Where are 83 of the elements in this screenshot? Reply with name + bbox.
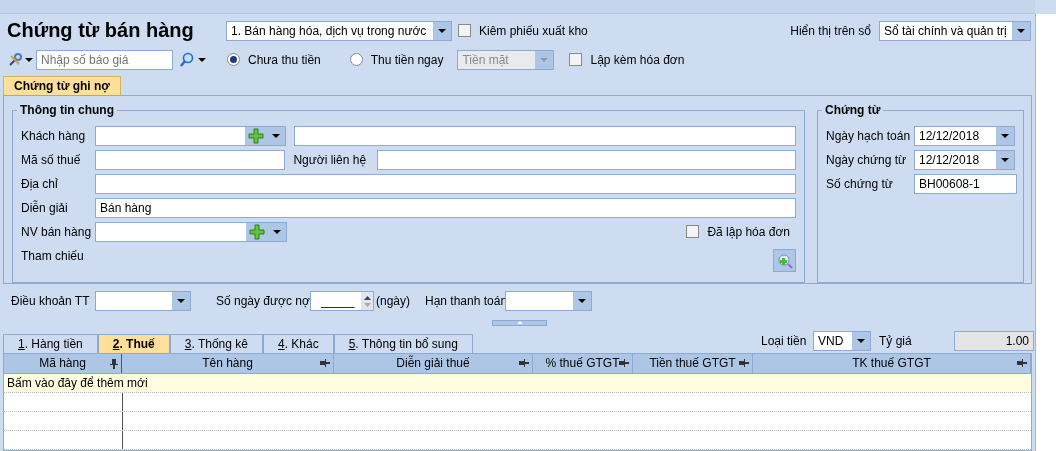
credit-days-spinner[interactable]: _____ <box>310 291 374 312</box>
column-header[interactable]: TK thuế GTGT <box>753 354 1031 373</box>
date-picker[interactable]: 12/12/2018 <box>914 125 1015 146</box>
currency-dropdown[interactable]: VND <box>813 331 871 351</box>
form-title: Chứng từ bán hàng <box>7 19 195 43</box>
payment-terms-dropdown[interactable] <box>95 291 191 312</box>
collapse-icon <box>516 321 523 325</box>
checkbox-label: Kiêm phiếu xuất kho <box>479 23 588 38</box>
tax-code-field[interactable] <box>95 149 286 170</box>
customer-combo[interactable] <box>95 125 286 146</box>
field-label: Diễn giải <box>21 200 69 215</box>
book-dropdown[interactable]: Sổ tài chính và quản trị <box>879 20 1031 41</box>
search-icon <box>178 51 195 68</box>
caret-icon <box>197 57 206 62</box>
caret-icon <box>271 133 280 138</box>
field-label: Điều khoản TT <box>11 294 91 309</box>
field-label: Tham chiếu <box>21 248 85 263</box>
field-label: Tỷ giá <box>879 334 913 348</box>
magnifier-plus-icon <box>776 252 793 269</box>
pin-icon[interactable] <box>739 359 749 367</box>
unit-label: (ngày) <box>376 294 410 309</box>
field-label: Loại tiền <box>761 334 808 348</box>
field-label: Người liên hệ <box>293 152 368 167</box>
plus-icon[interactable] <box>249 223 265 240</box>
caret-icon <box>1001 133 1009 138</box>
pin-icon[interactable] <box>619 359 629 367</box>
add-reference-button[interactable] <box>773 249 796 273</box>
exchange-rate-field: 1.00 <box>954 331 1034 351</box>
field-label: Khách hàng <box>21 128 87 143</box>
salesperson-combo[interactable] <box>95 221 287 242</box>
collapse-button[interactable] <box>492 320 547 327</box>
tab[interactable]: 3. Thống kê <box>169 334 263 353</box>
column-header[interactable]: Diễn giải thuế <box>334 354 533 373</box>
due-date-dropdown[interactable] <box>505 291 592 312</box>
caret-icon <box>273 229 281 234</box>
checkbox[interactable] <box>686 225 700 239</box>
spin-up-icon[interactable] <box>363 295 371 300</box>
column-header[interactable]: Mã hàng <box>4 354 122 373</box>
column-header[interactable]: Tiền thuế GTGT <box>633 354 753 373</box>
group-title: Chứng từ <box>822 102 884 117</box>
radio-button[interactable] <box>227 53 240 67</box>
tab[interactable]: 4. Khác <box>262 334 334 353</box>
customer-name-field[interactable] <box>293 125 796 146</box>
plus-icon[interactable] <box>247 127 264 144</box>
caret-icon <box>177 299 185 304</box>
pin-icon[interactable] <box>1017 359 1027 367</box>
radio-label: Chưa thu tiền <box>248 52 321 67</box>
caret-icon <box>1017 28 1025 33</box>
description-field[interactable]: Bán hàng <box>95 197 796 218</box>
pin-icon[interactable] <box>519 359 529 367</box>
field-label: Mã số thuế <box>21 152 82 167</box>
voucher-type-dropdown[interactable]: 1. Bán hàng hóa, dịch vụ trong nước <box>226 20 452 41</box>
caret-icon <box>578 299 586 304</box>
field-label: Ngày chứng từ <box>826 152 906 167</box>
caret-icon <box>438 28 446 33</box>
caret-icon <box>857 339 865 343</box>
checkbox-label: Đã lập hóa đơn <box>707 224 790 239</box>
caret-icon <box>1001 157 1009 162</box>
checkbox[interactable] <box>569 53 583 67</box>
pin-icon[interactable] <box>320 359 330 367</box>
column-header[interactable]: Tên hàng <box>122 354 334 373</box>
column-header[interactable]: % thuế GTGT <box>533 354 633 373</box>
tab[interactable]: 1. Hàng tiền <box>3 334 98 353</box>
field-label: Địa chỉ <box>21 176 59 191</box>
date-picker[interactable]: 12/12/2018 <box>914 149 1015 170</box>
checkbox[interactable] <box>458 24 471 38</box>
field-label: Hiển thị trên sổ <box>790 23 871 38</box>
radio-label: Thu tiền ngay <box>370 52 444 67</box>
tab[interactable]: 5. Thông tin bổ sung <box>333 334 473 353</box>
contact-field[interactable] <box>377 149 796 170</box>
field-label: Số ngày được nợ <box>216 294 310 309</box>
pin-icon[interactable] <box>110 359 118 369</box>
group-title: Thông tin chung <box>17 102 117 117</box>
radio-button[interactable] <box>349 53 363 67</box>
checkbox-label: Lập kèm hóa đơn <box>590 52 685 67</box>
tools-icon <box>7 51 23 68</box>
field-label: Số chứng từ <box>826 176 894 191</box>
tab[interactable]: 2. Thuế <box>97 334 170 353</box>
quote-search-field[interactable]: Nhập số báo giá <box>36 49 173 70</box>
voucher-number-field[interactable]: BH00608-1 <box>914 173 1017 194</box>
address-field[interactable] <box>95 173 796 194</box>
tab[interactable]: Chứng từ ghi nợ <box>3 75 121 95</box>
caret-icon <box>540 57 549 62</box>
